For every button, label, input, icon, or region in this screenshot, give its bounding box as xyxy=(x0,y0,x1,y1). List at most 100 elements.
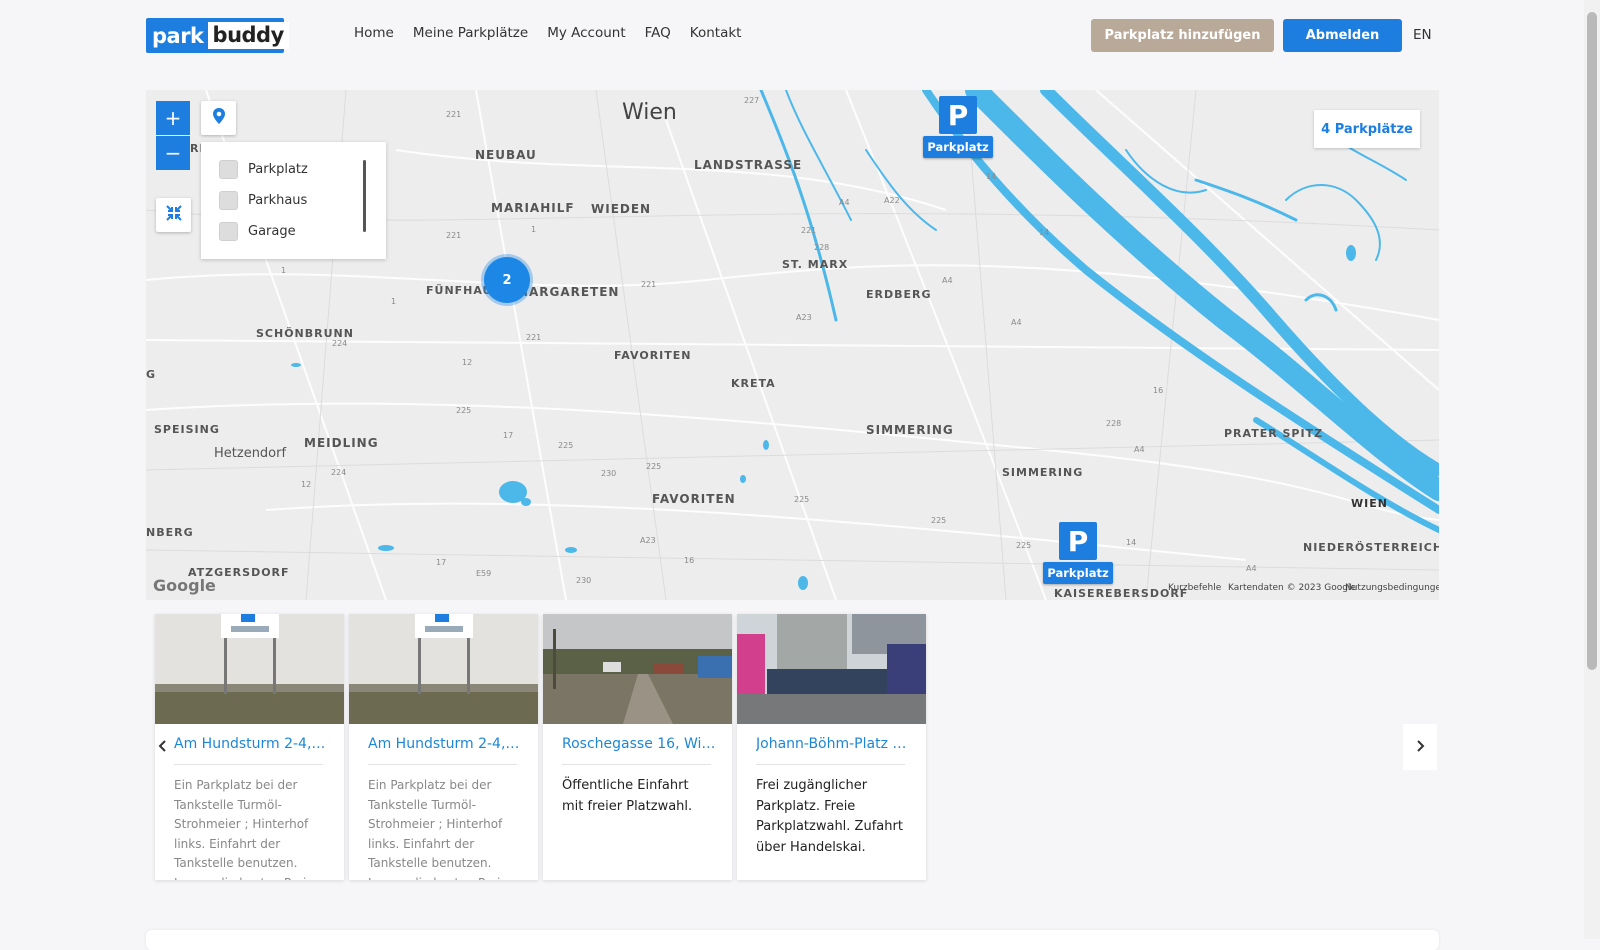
filter-label: Parkhaus xyxy=(248,193,308,208)
svg-text:14: 14 xyxy=(1039,228,1049,237)
map-label-simmering-small: SIMMERING xyxy=(1002,466,1084,479)
parking-card[interactable]: Am Hundsturm 2-4, W... Ein Parkplatz bei… xyxy=(349,614,538,880)
card-divider xyxy=(174,764,323,765)
parking-photo xyxy=(543,614,732,724)
nav-my-account[interactable]: My Account xyxy=(547,25,625,41)
parking-p-icon: P xyxy=(939,96,977,134)
map-label-speising: SPEISING xyxy=(154,423,220,436)
nav-contact[interactable]: Kontakt xyxy=(690,25,742,41)
parking-card-title[interactable]: Am Hundsturm 2-4, W... xyxy=(174,736,329,752)
map-label-landstrasse: LANDSTRASSE xyxy=(694,158,803,172)
filter-checkbox[interactable] xyxy=(219,160,238,179)
card-divider xyxy=(562,764,711,765)
zoom-out-button[interactable]: − xyxy=(156,136,190,170)
svg-text:16: 16 xyxy=(1153,386,1163,395)
map-label-meidling: MEIDLING xyxy=(304,436,379,450)
parking-card-description: Ein Parkplatz bei der Tankstelle Turmöl-… xyxy=(368,778,514,880)
svg-text:228: 228 xyxy=(814,243,829,252)
card-divider xyxy=(368,764,517,765)
svg-text:A4: A4 xyxy=(1134,445,1145,454)
map-label-st-marx: ST. MARX xyxy=(782,258,849,271)
page-scrollbar[interactable] xyxy=(1584,0,1600,939)
parking-count-badge[interactable]: 4 Parkplätze xyxy=(1314,110,1420,148)
parking-card-title[interactable]: Johann-Böhm-Platz 2... xyxy=(756,736,911,752)
nav-my-spots[interactable]: Meine Parkplätze xyxy=(413,25,528,41)
parkbuddy-logo[interactable]: park buddy xyxy=(146,18,289,53)
parking-card-description: Frei zugänglicher Parkplatz. Freie Parkp… xyxy=(756,778,903,855)
map-label-berg: NBERG xyxy=(146,526,194,539)
svg-text:A4: A4 xyxy=(942,276,953,285)
bottom-panel xyxy=(146,930,1439,950)
map-label-kreta: KRETA xyxy=(731,377,776,390)
svg-text:221: 221 xyxy=(801,226,816,235)
filter-checkbox[interactable] xyxy=(219,191,238,210)
svg-text:224: 224 xyxy=(331,468,346,477)
parking-card[interactable]: Am Hundsturm 2-4, W... Ein Parkplatz bei… xyxy=(155,614,344,880)
chevron-right-icon xyxy=(1414,738,1426,757)
main-nav: Home Meine Parkplätze My Account FAQ Kon… xyxy=(354,25,741,41)
svg-text:A23: A23 xyxy=(796,313,812,322)
map-terms-link[interactable]: Nutzungsbedingungen xyxy=(1345,583,1439,593)
map-shortcuts-link[interactable]: Kurzbefehle xyxy=(1168,583,1221,593)
parking-p-icon: P xyxy=(1059,522,1097,560)
scrollbar-thumb[interactable] xyxy=(1587,12,1597,670)
nav-home[interactable]: Home xyxy=(354,25,394,41)
add-parking-button[interactable]: Parkplatz hinzufügen xyxy=(1091,19,1274,52)
parking-card[interactable]: Johann-Böhm-Platz 2... Frei zugänglicher… xyxy=(737,614,926,880)
filter-garage[interactable]: Garage xyxy=(219,222,296,241)
svg-text:17: 17 xyxy=(503,431,513,440)
map-label-favoriten-small: FAVORITEN xyxy=(614,349,692,362)
svg-text:225: 225 xyxy=(646,462,661,471)
map-label-favoriten: FAVORITEN xyxy=(652,492,736,506)
svg-text:14: 14 xyxy=(986,172,996,181)
map-view[interactable]: 221 227 A4 A22 221 228 A4 14 14 A4 A23 221 221 22… xyxy=(146,90,1439,600)
parking-card[interactable]: Roschegasse 16, Wien Öffentliche Einfahr… xyxy=(543,614,732,880)
svg-text:225: 225 xyxy=(456,406,471,415)
parking-photo xyxy=(737,614,926,724)
svg-text:227: 227 xyxy=(744,96,759,105)
svg-text:1: 1 xyxy=(281,266,286,275)
parking-photo xyxy=(155,614,344,724)
svg-text:230: 230 xyxy=(576,576,591,585)
map-label-erdberg: ERDBERG xyxy=(866,288,932,301)
map-data-attribution: Kartendaten © 2023 Google xyxy=(1228,583,1356,593)
svg-text:1: 1 xyxy=(531,225,536,234)
map-label-wieden: WIEDEN xyxy=(591,202,652,216)
marker-cluster[interactable]: 2 xyxy=(484,257,530,303)
parking-marker[interactable]: P Parkplatz xyxy=(923,96,993,158)
svg-text:224: 224 xyxy=(332,339,347,348)
svg-text:A4: A4 xyxy=(1011,318,1022,327)
collapse-icon xyxy=(165,205,182,225)
carousel-next-button[interactable] xyxy=(1403,724,1437,770)
location-icon xyxy=(210,107,228,129)
zoom-in-button[interactable]: + xyxy=(156,101,190,135)
language-switch[interactable]: EN xyxy=(1413,27,1432,43)
svg-text:1: 1 xyxy=(391,297,396,306)
map-label-schoenbrunn: SCHÖNBRUNN xyxy=(256,327,354,340)
locate-me-button[interactable] xyxy=(201,101,236,135)
svg-text:225: 225 xyxy=(931,516,946,525)
card-divider xyxy=(756,764,905,765)
filter-label: Parkplatz xyxy=(248,162,308,177)
map-label-g: G xyxy=(146,368,157,381)
svg-text:221: 221 xyxy=(641,280,656,289)
logout-button[interactable]: Abmelden xyxy=(1283,19,1402,52)
carousel-prev-button[interactable] xyxy=(146,724,180,770)
parking-marker-label: Parkplatz xyxy=(1043,562,1113,584)
filter-checkbox[interactable] xyxy=(219,222,238,241)
parking-marker[interactable]: P Parkplatz xyxy=(1043,522,1113,584)
svg-text:221: 221 xyxy=(526,333,541,342)
map-label-prater-spitz: PRATER SPITZ xyxy=(1224,427,1324,440)
parking-card-title[interactable]: Roschegasse 16, Wien xyxy=(562,736,717,752)
fullscreen-button[interactable] xyxy=(156,198,191,232)
parking-card-title[interactable]: Am Hundsturm 2-4, W... xyxy=(368,736,523,752)
svg-text:A23: A23 xyxy=(640,536,656,545)
nav-faq[interactable]: FAQ xyxy=(645,25,671,41)
filter-scrollbar[interactable] xyxy=(363,160,366,232)
svg-text:12: 12 xyxy=(462,358,472,367)
filter-parkhaus[interactable]: Parkhaus xyxy=(219,191,307,210)
svg-text:225: 225 xyxy=(794,495,809,504)
filter-parkplatz[interactable]: Parkplatz xyxy=(219,160,308,179)
svg-text:12: 12 xyxy=(301,480,311,489)
chevron-left-icon xyxy=(157,738,169,757)
